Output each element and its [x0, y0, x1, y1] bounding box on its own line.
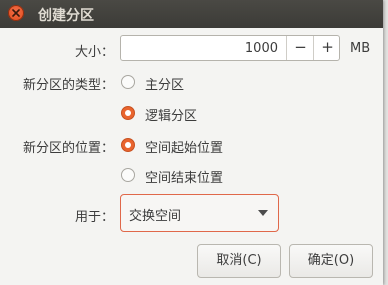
close-button[interactable]	[8, 5, 24, 21]
chevron-down-icon	[258, 210, 268, 216]
increment-button[interactable]: +	[313, 36, 341, 60]
primary-partition-radio[interactable]	[121, 75, 135, 89]
titlebar: 创建分区	[0, 0, 383, 28]
partition-type-label: 新分区的类型：	[22, 78, 114, 93]
close-icon	[12, 9, 20, 17]
size-spinbox[interactable]: 1000 − +	[120, 35, 340, 61]
partition-location-label: 新分区的位置：	[22, 141, 114, 156]
cancel-button[interactable]: 取消(C)	[197, 244, 281, 278]
create-partition-dialog: 创建分区 大小： 1000 − + MB 新分区的类型： 主分区 逻辑分区 新分…	[0, 0, 383, 285]
start-of-space-label[interactable]: 空间起始位置	[145, 137, 223, 156]
size-input[interactable]: 1000	[245, 41, 278, 56]
ok-button[interactable]: 确定(O)	[289, 244, 373, 278]
use-as-selected: 交换空间	[129, 209, 182, 224]
logical-partition-label[interactable]: 逻辑分区	[145, 105, 197, 124]
size-unit: MB	[350, 41, 371, 56]
size-label: 大小：	[74, 45, 114, 60]
use-as-dropdown[interactable]: 交换空间	[120, 194, 279, 232]
use-as-label: 用于：	[74, 210, 114, 225]
background-window-edge	[383, 0, 388, 285]
end-of-space-radio[interactable]	[121, 168, 135, 182]
decrement-button[interactable]: −	[286, 36, 314, 60]
window-title: 创建分区	[38, 8, 94, 24]
start-of-space-radio[interactable]	[121, 138, 135, 152]
logical-partition-radio[interactable]	[121, 106, 135, 120]
primary-partition-label[interactable]: 主分区	[145, 74, 184, 93]
end-of-space-label[interactable]: 空间结束位置	[145, 167, 223, 186]
